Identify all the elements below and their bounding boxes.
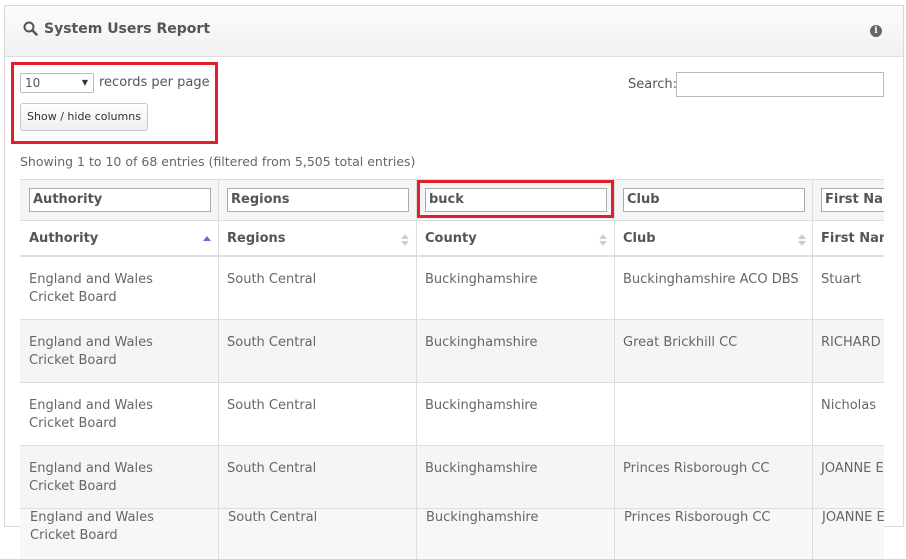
search-icon <box>23 21 38 36</box>
cell-authority: England and Wales Cricket Board <box>29 461 153 494</box>
table-row[interactable]: England and Wales Cricket Board South Ce… <box>20 383 884 446</box>
cell-authority: England and Wales Cricket Board <box>29 335 153 368</box>
show-hide-columns-button[interactable]: Show / hide columns <box>20 103 148 131</box>
sort-icon <box>599 234 607 246</box>
cell-county: Buckinghamshire <box>425 398 538 413</box>
header-county[interactable]: County <box>425 231 477 246</box>
page-size-label: records per page <box>99 75 210 90</box>
cell-region: South Central <box>227 335 317 350</box>
cell-authority: England and Wales Cricket Board <box>29 398 153 431</box>
filter-authority[interactable]: Authority <box>29 188 211 212</box>
panel-header: System Users Report i <box>5 6 903 57</box>
cell-region: South Central <box>228 510 318 525</box>
cell-authority: England and Wales Cricket Board <box>29 272 153 305</box>
cell-county: Buckinghamshire <box>425 272 538 287</box>
info-icon[interactable]: i <box>870 25 882 37</box>
cell-region: South Central <box>227 461 317 476</box>
filter-regions[interactable]: Regions <box>227 188 409 212</box>
cell-first-name: JOANNE EL <box>821 461 884 476</box>
cell-first-name: Stuart <box>821 272 861 287</box>
chevron-down-icon: ▼ <box>81 78 88 87</box>
table-row[interactable]: England and Wales Cricket Board South Ce… <box>20 320 884 383</box>
table-row[interactable]: England and Wales Cricket Board South Ce… <box>20 509 884 559</box>
header-club[interactable]: Club <box>623 231 656 246</box>
header-authority[interactable]: Authority <box>29 231 98 246</box>
sort-icon <box>401 234 409 246</box>
column-divider <box>812 179 813 559</box>
cell-region: South Central <box>227 398 317 413</box>
cell-club: Buckinghamshire ACO DBS <box>623 272 799 287</box>
search-label: Search: <box>628 77 678 92</box>
users-table: Authority Regions buck Club First Nam Au… <box>20 179 884 559</box>
cell-authority: England and Wales Cricket Board <box>30 510 154 543</box>
filter-first-name[interactable]: First Nam <box>821 188 884 212</box>
panel-title-text: System Users Report <box>44 21 211 37</box>
search-input[interactable] <box>676 72 884 97</box>
header-first-name[interactable]: First Nam <box>821 231 884 246</box>
header-row: Authority Regions County Club First Nam <box>20 221 884 257</box>
county-filter-highlight <box>417 180 614 218</box>
page-size-select[interactable]: 10 ▼ <box>20 73 94 93</box>
header-regions[interactable]: Regions <box>227 231 286 246</box>
cell-county: Buckinghamshire <box>425 461 538 476</box>
cell-first-name: JOANNE EL <box>822 510 884 525</box>
column-divider <box>614 179 615 559</box>
sort-asc-icon <box>203 236 211 241</box>
table-row[interactable]: England and Wales Cricket Board South Ce… <box>20 446 884 509</box>
cell-club: Great Brickhill CC <box>623 335 738 350</box>
filter-club[interactable]: Club <box>623 188 805 212</box>
cell-club: Princes Risborough CC <box>624 510 771 525</box>
cell-first-name: RICHARD I... <box>821 335 884 350</box>
cell-county: Buckinghamshire <box>425 335 538 350</box>
cell-county: Buckinghamshire <box>426 510 539 525</box>
column-divider <box>218 179 219 559</box>
cell-club: Princes Risborough CC <box>623 461 770 476</box>
cell-first-name: Nicholas <box>821 398 877 413</box>
panel-title: System Users Report <box>23 21 210 37</box>
table-row[interactable]: England and Wales Cricket Board South Ce… <box>20 257 884 320</box>
table-info: Showing 1 to 10 of 68 entries (filtered … <box>20 154 416 169</box>
sort-icon <box>798 234 806 246</box>
page-size-value: 10 <box>25 76 41 90</box>
cell-region: South Central <box>227 272 317 287</box>
column-divider <box>416 179 417 559</box>
